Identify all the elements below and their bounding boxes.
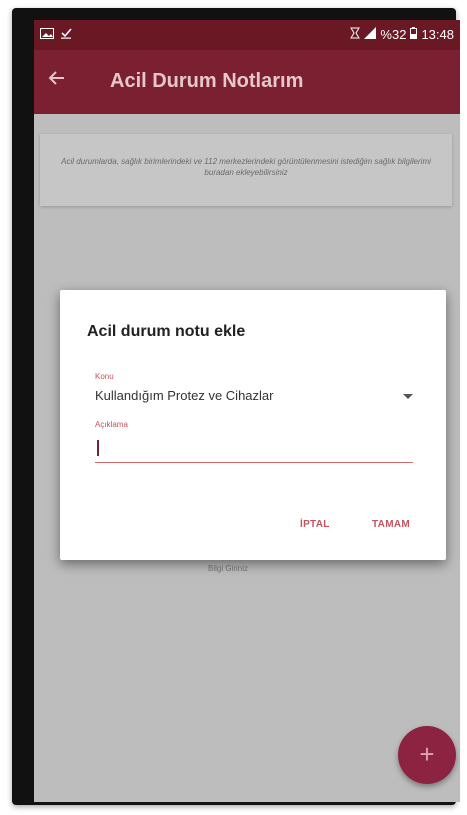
info-card-text: Acil durumlarda, sağlık birimlerindeki v… (61, 157, 431, 177)
chevron-down-icon (403, 394, 413, 399)
alarm-icon (350, 27, 361, 42)
page-title: Acil Durum Notlarım (110, 70, 304, 92)
cancel-button[interactable]: İPTAL (300, 519, 330, 530)
phone-screen: %32 13:48 Acil Durum Notlarım Acil durum… (34, 20, 460, 802)
status-bar: %32 13:48 (34, 20, 460, 50)
phone-frame: %32 13:48 Acil Durum Notlarım Acil durum… (12, 8, 460, 805)
image-icon (40, 27, 54, 42)
battery-percent: %32 (380, 27, 407, 42)
status-right: %32 13:48 (350, 27, 454, 42)
add-note-fab[interactable]: + (398, 726, 456, 784)
add-note-dialog: Acil durum notu ekle Konu Kullandığım Pr… (60, 290, 446, 560)
ok-button[interactable]: TAMAM (372, 519, 410, 530)
description-field[interactable] (95, 436, 413, 463)
signal-icon (364, 27, 377, 42)
battery-icon (410, 27, 418, 42)
subject-select[interactable]: Kullandığım Protez ve Cihazlar (95, 388, 413, 410)
download-check-icon (60, 27, 72, 42)
subject-value: Kullandığım Protez ve Cihazlar (95, 388, 274, 403)
background-hint-text: Bilgi Giriniz (208, 564, 249, 573)
back-arrow-icon[interactable] (48, 67, 66, 93)
info-card: Acil durumlarda, sağlık birimlerindeki v… (40, 134, 452, 206)
dialog-title: Acil durum notu ekle (87, 323, 246, 340)
text-cursor (97, 440, 99, 456)
app-bar: Acil Durum Notlarım (34, 50, 460, 114)
clock: 13:48 (421, 27, 454, 42)
description-label: Açıklama (95, 420, 128, 429)
status-left-icons (40, 27, 72, 42)
subject-label: Konu (95, 372, 114, 381)
